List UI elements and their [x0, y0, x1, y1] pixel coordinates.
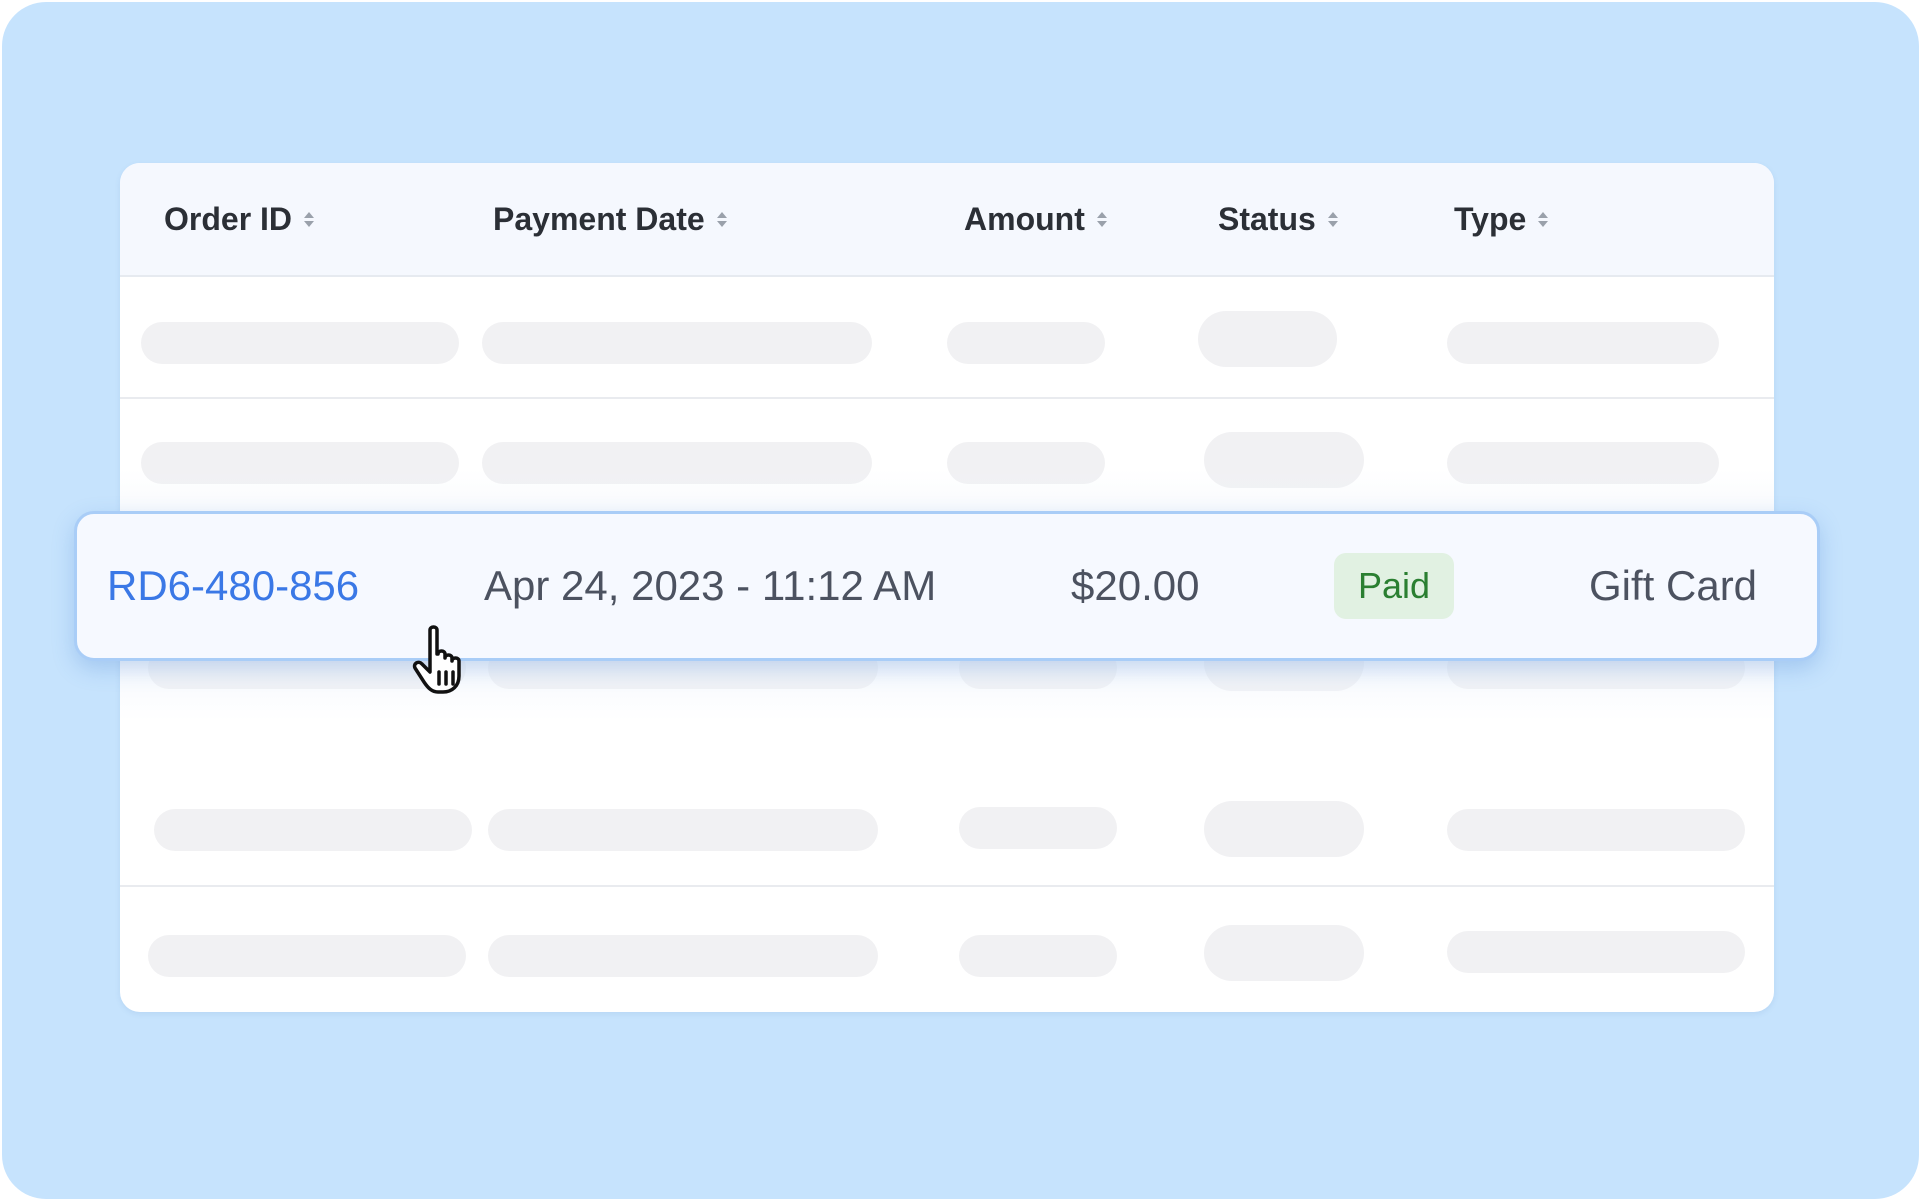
skeleton-cell [488, 809, 878, 851]
table-row-placeholder [120, 399, 1774, 521]
skeleton-cell [959, 807, 1117, 849]
order-id-text[interactable]: RD6-480-856 [107, 562, 359, 610]
status-cell: Paid [1334, 514, 1455, 658]
table-row-placeholder [120, 887, 1774, 1012]
amount-text: $20.00 [1071, 562, 1200, 609]
sort-up-down-icon[interactable] [1096, 211, 1107, 227]
skeleton-cell [1447, 442, 1719, 484]
skeleton-status [1204, 432, 1364, 488]
column-label: Order ID [164, 200, 293, 237]
skeleton-cell [947, 442, 1105, 484]
column-header-amount[interactable]: Amount [964, 163, 1107, 275]
skeleton-cell [1447, 809, 1745, 851]
skeleton-cell [488, 935, 878, 977]
skeleton-cell [1447, 322, 1719, 364]
payment-date-text: Apr 24, 2023 - 11:12 AM [484, 562, 937, 609]
status-badge: Paid [1334, 553, 1455, 619]
column-label: Amount [964, 200, 1085, 237]
skeleton-cell [482, 322, 872, 364]
skeleton-cell [482, 442, 872, 484]
skeleton-status [1198, 311, 1337, 367]
column-label: Type [1454, 200, 1527, 237]
sort-up-down-icon[interactable] [716, 211, 727, 227]
sort-up-down-icon[interactable] [1327, 211, 1338, 227]
skeleton-status [1204, 925, 1364, 981]
column-header-type[interactable]: Type [1454, 163, 1549, 275]
skeleton-cell [1447, 931, 1745, 973]
payment-date-cell: Apr 24, 2023 - 11:12 AM [484, 514, 936, 658]
skeleton-cell [148, 935, 466, 977]
column-header-status[interactable]: Status [1218, 163, 1338, 275]
column-header-order-id[interactable]: Order ID [164, 163, 315, 275]
table-row-placeholder [120, 765, 1774, 887]
hand-pointer-icon [412, 625, 461, 694]
column-label: Payment Date [493, 200, 705, 237]
table-header: Order ID Payment Date Amount Status Type [120, 163, 1774, 277]
amount-cell: $20.00 [1071, 514, 1199, 658]
background-canvas: Order ID Payment Date Amount Status Type [2, 2, 1919, 1199]
skeleton-cell [959, 935, 1117, 977]
skeleton-cell [947, 322, 1105, 364]
type-cell: Gift Card [1589, 514, 1757, 658]
table-row-placeholder [120, 277, 1774, 399]
sort-up-down-icon[interactable] [1538, 211, 1549, 227]
skeleton-cell [141, 442, 459, 484]
table-row-hovered[interactable]: RD6-480-856 Apr 24, 2023 - 11:12 AM $20.… [74, 511, 1820, 661]
order-id-link[interactable]: RD6-480-856 [107, 514, 359, 658]
skeleton-cell [154, 809, 472, 851]
column-header-payment-date[interactable]: Payment Date [493, 163, 727, 275]
sort-up-down-icon[interactable] [304, 211, 315, 227]
skeleton-status [1204, 801, 1364, 857]
skeleton-cell [141, 322, 459, 364]
column-label: Status [1218, 200, 1316, 237]
type-text: Gift Card [1589, 562, 1758, 609]
